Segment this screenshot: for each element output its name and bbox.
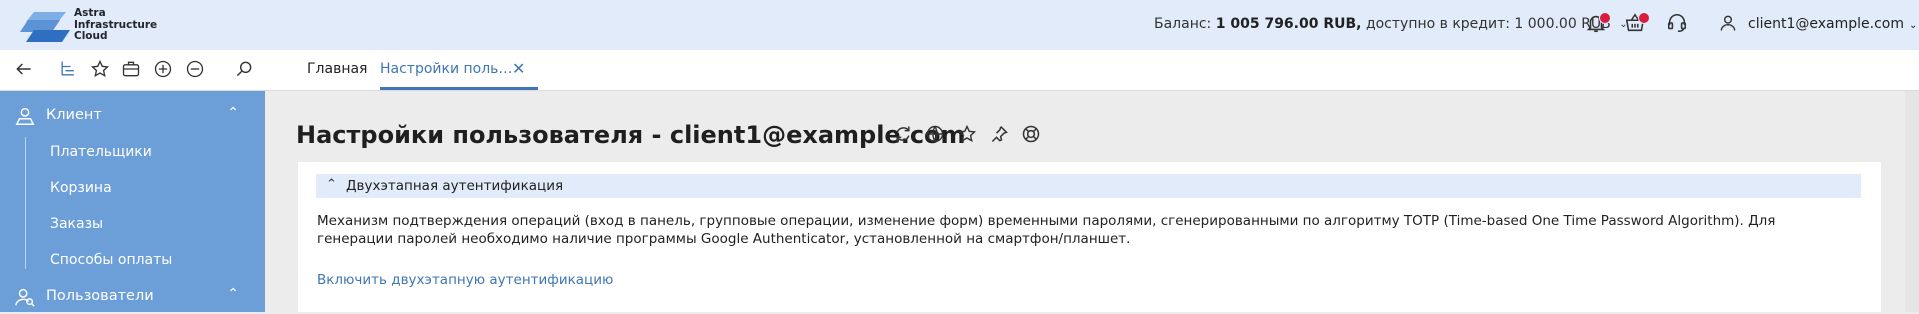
pin-icon: [992, 125, 1009, 143]
cart-badge: [1638, 12, 1650, 24]
lifebuoy-icon: [1023, 125, 1040, 143]
balance-label: Баланс:: [1154, 16, 1212, 32]
chevron-down-icon: ⌄: [1908, 20, 1918, 31]
users-icon: [15, 288, 35, 307]
collapse-all-button[interactable]: [185, 59, 207, 81]
search-icon: [236, 61, 252, 77]
title-actions: [893, 124, 1048, 148]
tree-line: [25, 137, 26, 269]
star-icon: [90, 59, 110, 77]
headset-icon: [1667, 14, 1687, 33]
top-header: Astra Infrastructure Cloud Баланс: 1 005…: [0, 0, 1919, 50]
tree-button[interactable]: [58, 59, 80, 81]
balance-dropdown[interactable]: Баланс: 1 005 796.00 RUB, доступно в кре…: [1154, 16, 1628, 32]
active-tab-indicator: [380, 87, 538, 90]
enable-two-factor-link[interactable]: Включить двухэтапную аутентификацию: [317, 272, 613, 288]
client-icon: [15, 107, 35, 125]
back-icon: [16, 63, 31, 75]
sidebar-section-client[interactable]: Клиент ⌃: [0, 97, 265, 133]
pin-button[interactable]: [989, 124, 1009, 144]
chevron-up-icon: ⌃: [227, 105, 239, 121]
close-tab-button[interactable]: ✕: [512, 59, 525, 78]
tree-icon: [61, 61, 74, 76]
globe-icon: [926, 125, 944, 143]
user-menu[interactable]: client1@example.com ⌄: [1718, 13, 1917, 33]
balance-value: 1 005 796.00 RUB,: [1215, 16, 1362, 32]
sidebar-item-payers[interactable]: Плательщики: [50, 144, 152, 160]
sidebar-item-cart[interactable]: Корзина: [50, 180, 112, 196]
logo-text: Astra Infrastructure Cloud: [74, 7, 157, 43]
two-factor-description: Механизм подтверждения операций (вход в …: [317, 213, 1776, 247]
user-email: client1@example.com: [1748, 16, 1904, 32]
sidebar-section-label: Пользователи: [46, 288, 154, 304]
chevron-up-icon: ⌃: [326, 177, 337, 192]
sidebar-item-orders[interactable]: Заказы: [50, 216, 103, 232]
logo-mark-icon: [20, 12, 70, 42]
sidebar-section-users[interactable]: Пользователи ⌃: [0, 278, 265, 314]
logo[interactable]: Astra Infrastructure Cloud: [20, 7, 157, 44]
cart-button[interactable]: [1624, 12, 1650, 38]
notification-badge: [1599, 12, 1611, 24]
briefcase-icon: [122, 61, 140, 77]
logo-line: Astra: [74, 7, 106, 19]
user-icon: [1720, 15, 1736, 31]
page-title: Настройки пользователя - client1@example…: [296, 121, 966, 149]
settings-card: ⌃ Двухэтапная аутентификация Механизм по…: [298, 162, 1881, 312]
notifications-button[interactable]: [1585, 12, 1611, 38]
chevron-up-icon: ⌃: [227, 286, 239, 302]
tab-user-settings[interactable]: Настройки поль…: [380, 61, 512, 77]
refresh-button[interactable]: [893, 124, 913, 144]
sidebar-section-label: Клиент: [46, 107, 102, 123]
credit-label: доступно в кредит:: [1365, 16, 1510, 32]
plus-circle-icon: [154, 60, 172, 78]
minus-circle-icon: [186, 60, 204, 78]
search-button[interactable]: [234, 59, 256, 81]
star-icon: [958, 124, 977, 143]
refresh-icon: [896, 126, 910, 142]
logo-line: Cloud: [74, 30, 108, 42]
web-link-button[interactable]: [925, 124, 945, 144]
expand-all-button[interactable]: [153, 59, 175, 81]
favorite-page-button[interactable]: [957, 124, 977, 144]
accordion-header-two-factor[interactable]: ⌃ Двухэтапная аутентификация: [316, 174, 1861, 198]
portfolio-button[interactable]: [121, 59, 143, 81]
support-button[interactable]: [1666, 12, 1692, 38]
tab-home[interactable]: Главная: [307, 61, 367, 77]
favorite-button[interactable]: [90, 59, 112, 81]
scrollbar[interactable]: [1905, 91, 1919, 312]
toolbar: Главная Настройки поль… ✕: [0, 50, 1919, 91]
back-button[interactable]: [14, 59, 36, 81]
sidebar-item-payment-methods[interactable]: Способы оплаты: [50, 252, 172, 268]
help-button[interactable]: [1021, 124, 1041, 144]
accordion-title: Двухэтапная аутентификация: [346, 178, 564, 194]
sidebar: Клиент ⌃ Плательщики Корзина Заказы Спос…: [0, 91, 265, 312]
